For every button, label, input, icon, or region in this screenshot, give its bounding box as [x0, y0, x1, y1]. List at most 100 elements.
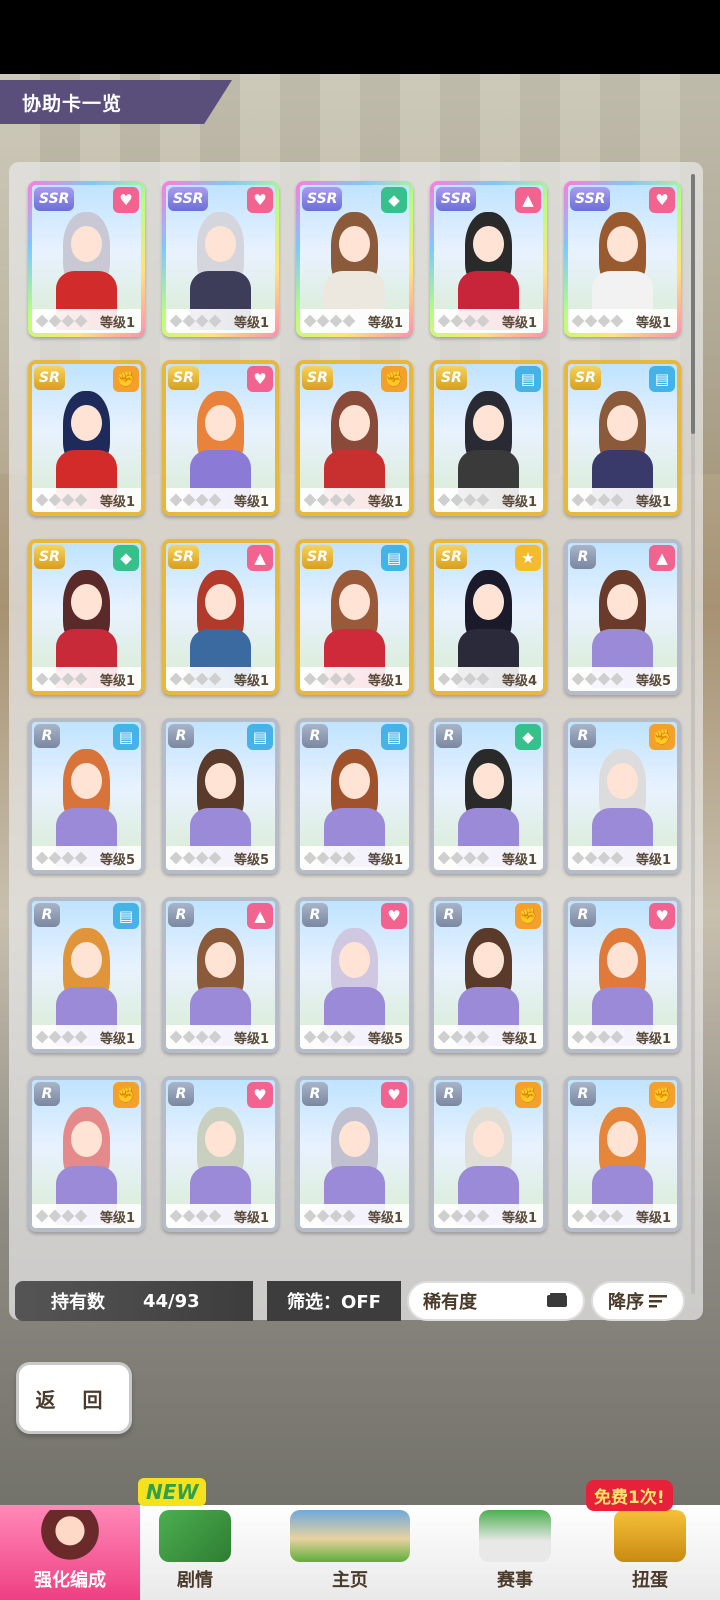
support-card[interactable]: R ▤ 等级1	[296, 718, 413, 874]
card-footer: 等级1	[166, 488, 275, 512]
card-level: 等级1	[99, 673, 135, 689]
support-card[interactable]: SR ◆ 等级1	[28, 539, 145, 695]
guts-icon: ▲	[649, 545, 675, 571]
limit-break-pips	[571, 851, 624, 865]
support-card[interactable]: SR ★ 等级4	[430, 539, 547, 695]
limit-break-diamond	[35, 493, 49, 507]
rarity-badge: R	[570, 724, 596, 748]
rarity-badge: R	[168, 1082, 194, 1106]
limit-break-diamond	[584, 672, 598, 686]
nav-home[interactable]: 主页	[250, 1505, 450, 1600]
support-card[interactable]: R ✊ 等级1	[564, 1076, 681, 1232]
limit-break-diamond	[597, 314, 611, 328]
support-card[interactable]: R ✊ 等级1	[430, 1076, 547, 1232]
limit-break-diamond	[329, 672, 343, 686]
limit-break-pips	[437, 493, 490, 507]
card-level: 等级1	[501, 1210, 537, 1226]
limit-break-diamond	[437, 493, 451, 507]
filter-button[interactable]: 筛选：OFF	[267, 1281, 401, 1321]
nav-story[interactable]: 剧情	[140, 1505, 250, 1600]
support-card[interactable]: SSR ▲ 等级1	[430, 181, 547, 337]
limit-break-diamond	[610, 851, 624, 865]
support-card[interactable]: SR ▲ 等级1	[162, 539, 279, 695]
power-icon: ✊	[381, 366, 407, 392]
card-footer: 等级1	[166, 1025, 275, 1049]
wit-icon: ▤	[381, 724, 407, 750]
wit-icon: ▤	[515, 366, 541, 392]
limit-break-diamond	[476, 851, 490, 865]
limit-break-diamond	[437, 672, 451, 686]
support-card[interactable]: R ▤ 等级5	[28, 718, 145, 874]
support-card[interactable]: R ◆ 等级1	[430, 718, 547, 874]
limit-break-diamond	[74, 851, 88, 865]
power-icon: ✊	[515, 1082, 541, 1108]
nav-enhance[interactable]: 强化编成	[0, 1505, 140, 1600]
limit-break-diamond	[35, 672, 49, 686]
card-level: 等级1	[635, 1031, 671, 1047]
nav-gacha[interactable]: 扭蛋	[580, 1505, 720, 1600]
limit-break-diamond	[342, 1209, 356, 1223]
card-footer: 等级1	[300, 1204, 409, 1228]
heart-icon: ♥	[381, 1082, 407, 1108]
limit-break-diamond	[329, 314, 343, 328]
owned-count: 44/93	[143, 1290, 200, 1312]
rarity-badge: SR	[34, 545, 65, 569]
support-card[interactable]: SSR ♥ 等级1	[564, 181, 681, 337]
bottom-nav: 强化编成 剧情 主页 赛事 扭蛋	[0, 1505, 720, 1600]
limit-break-diamond	[316, 1209, 330, 1223]
support-card[interactable]: SSR ♥ 等级1	[28, 181, 145, 337]
limit-break-diamond	[48, 1030, 62, 1044]
card-footer: 等级1	[568, 846, 677, 870]
limit-break-diamond	[195, 493, 209, 507]
nav-race[interactable]: 赛事	[450, 1505, 580, 1600]
wit-icon: ▤	[649, 366, 675, 392]
card-level: 等级1	[233, 494, 269, 510]
limit-break-pips	[303, 672, 356, 686]
sort-order-button[interactable]: 降序	[591, 1281, 685, 1321]
card-footer: 等级5	[32, 846, 141, 870]
card-grid-panel[interactable]: SSR ♥ 等级1 SSR ♥ 等级1 SSR ◆ 等级1 SSR ▲ 等级1 SSR ♥ 等级1 SR ✊ 等级…	[9, 162, 703, 1320]
support-card[interactable]: R ♥ 等级5	[296, 897, 413, 1053]
back-button[interactable]: 返 回	[16, 1362, 132, 1434]
limit-break-diamond	[342, 1030, 356, 1044]
support-card[interactable]: SR ▤ 等级1	[564, 360, 681, 516]
power-icon: ✊	[649, 724, 675, 750]
support-card[interactable]: R ♥ 等级1	[162, 1076, 279, 1232]
rarity-badge: R	[34, 903, 60, 927]
scrollbar-thumb[interactable]	[691, 174, 695, 434]
support-card[interactable]: R ▤ 等级1	[28, 897, 145, 1053]
support-card[interactable]: SR ✊ 等级1	[296, 360, 413, 516]
owned-label: 持有数	[51, 1292, 105, 1313]
card-footer: 等级1	[568, 1025, 677, 1049]
page-title-bar: 协助卡一览	[0, 80, 232, 124]
limit-break-diamond	[74, 314, 88, 328]
support-card[interactable]: R ▤ 等级5	[162, 718, 279, 874]
support-card[interactable]: SR ▤ 等级1	[296, 539, 413, 695]
limit-break-diamond	[195, 1209, 209, 1223]
support-card[interactable]: R ♥ 等级1	[296, 1076, 413, 1232]
limit-break-pips	[303, 851, 356, 865]
support-card[interactable]: R ✊ 等级1	[564, 718, 681, 874]
support-card[interactable]: R ♥ 等级1	[564, 897, 681, 1053]
card-footer: 等级1	[434, 1025, 543, 1049]
limit-break-diamond	[35, 1030, 49, 1044]
limit-break-diamond	[450, 493, 464, 507]
limit-break-pips	[303, 1030, 356, 1044]
limit-break-diamond	[61, 851, 75, 865]
support-card[interactable]: R ▲ 等级1	[162, 897, 279, 1053]
limit-break-pips	[169, 1209, 222, 1223]
rarity-badge: SR	[168, 366, 199, 390]
rarity-badge: R	[570, 1082, 596, 1106]
sort-rarity-button[interactable]: 稀有度	[407, 1281, 585, 1321]
support-card[interactable]: R ▲ 等级5	[564, 539, 681, 695]
support-card[interactable]: R ✊ 等级1	[430, 897, 547, 1053]
limit-break-diamond	[316, 851, 330, 865]
support-card[interactable]: R ✊ 等级1	[28, 1076, 145, 1232]
card-footer: 等级1	[166, 1204, 275, 1228]
limit-break-diamond	[476, 1030, 490, 1044]
support-card[interactable]: SR ▤ 等级1	[430, 360, 547, 516]
support-card[interactable]: SR ✊ 等级1	[28, 360, 145, 516]
support-card[interactable]: SSR ◆ 等级1	[296, 181, 413, 337]
support-card[interactable]: SR ♥ 等级1	[162, 360, 279, 516]
support-card[interactable]: SSR ♥ 等级1	[162, 181, 279, 337]
